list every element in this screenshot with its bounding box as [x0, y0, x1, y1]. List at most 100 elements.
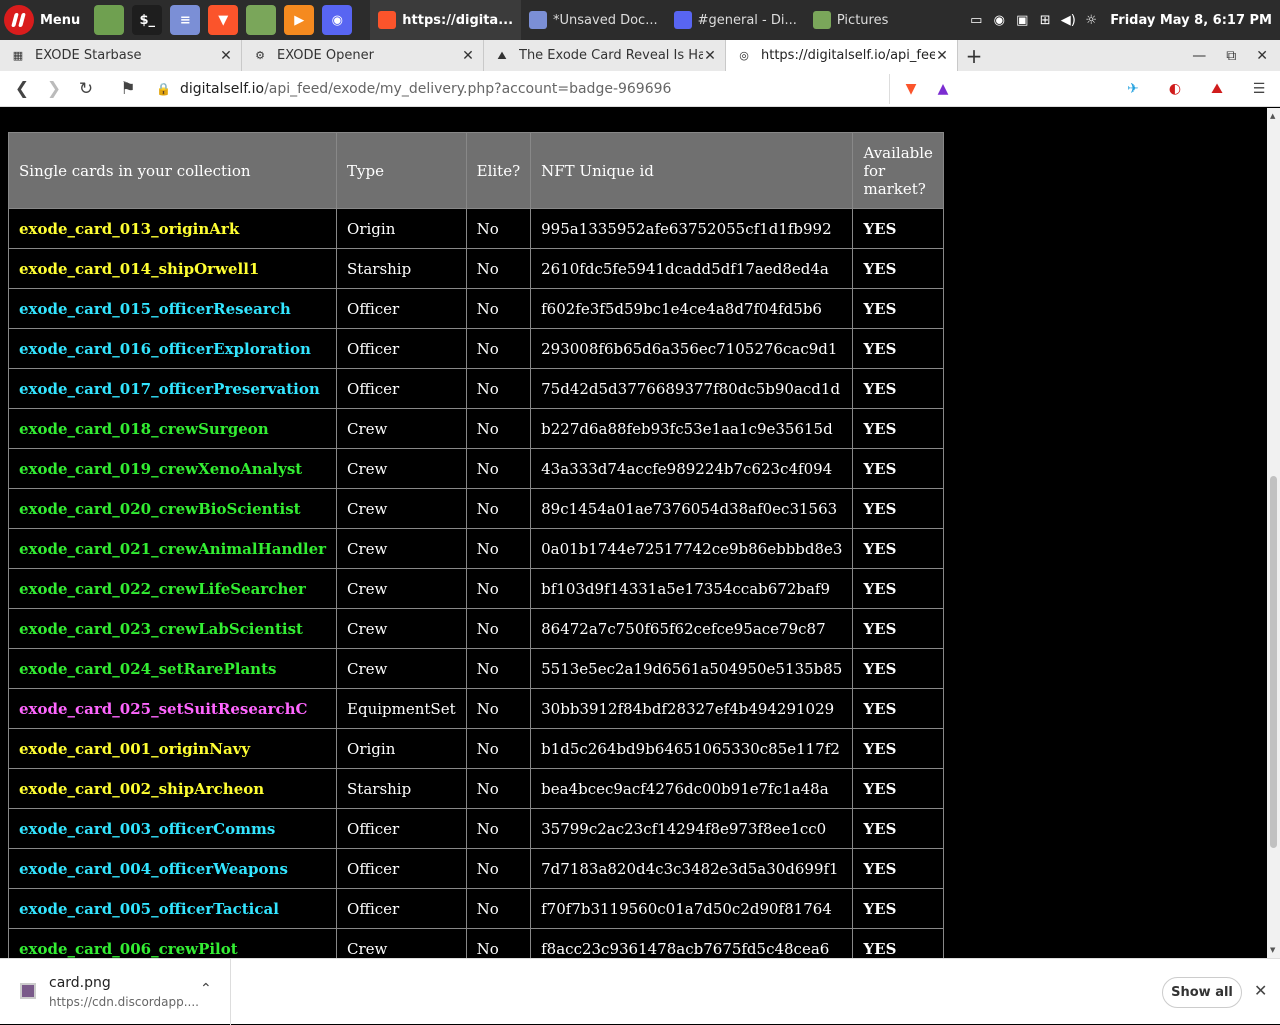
files-launcher-icon[interactable] — [94, 5, 125, 35]
download-item[interactable]: card.png https://cdn.discordapp.... ⌃ — [0, 959, 231, 1025]
window-controls: — ⧉ ✕ — [1192, 40, 1280, 71]
launcher-group: $_ ≡ ▼ ▶ ◉ — [86, 5, 353, 35]
card-name: exode_card_015_officerResearch — [7, 288, 338, 329]
network-icon[interactable]: ⊞ — [1037, 12, 1053, 28]
taskbar-item[interactable]: *Unsaved Doc... — [521, 0, 666, 40]
card-name: exode_card_001_originNavy — [7, 728, 338, 769]
table-row: exode_card_017_officerPreservation Office… — [7, 368, 944, 409]
table-row: exode_card_016_officerExploration Officer… — [7, 328, 944, 369]
new-tab-button[interactable]: + — [958, 40, 990, 71]
clipboard-icon[interactable]: ▣ — [1014, 12, 1030, 28]
lock-icon[interactable]: 🔒 — [156, 82, 171, 96]
card-nft-id: b1d5c264bd9b64651065330c85e117f2 — [530, 728, 854, 769]
menu-button[interactable]: Menu — [0, 0, 86, 40]
card-nft-id: 43a333d74accfe989224b7c623c4f094 — [530, 448, 854, 489]
header-type: Type — [336, 132, 467, 209]
table-row: exode_card_018_crewSurgeon Crew No b227d6a8… — [7, 408, 944, 449]
card-elite: No — [465, 808, 532, 849]
download-shelf: card.png https://cdn.discordapp.... ⌃ Sh… — [0, 958, 1280, 1025]
card-nft-id: 293008f6b65d6a356ec7105276cac9d1 — [530, 328, 854, 369]
display-icon[interactable]: ▭ — [968, 12, 984, 28]
taskbar-item-label: #general - Di... — [697, 12, 797, 28]
cards-table-body: exode_card_013_originArk Origin No 995a1335… — [7, 208, 944, 958]
table-row: exode_card_014_shipOrwell1 Starship No 2610… — [7, 248, 944, 289]
card-available: YES — [852, 608, 944, 649]
browser-tab[interactable]: ⛰ The Exode Card Reveal Is Happ ✕ — [484, 40, 726, 71]
card-elite: No — [465, 368, 532, 409]
tab-close-icon[interactable]: ✕ — [461, 48, 475, 64]
browser-tab[interactable]: ◎ https://digitalself.io/api_feed/e✕ — [726, 40, 958, 71]
card-elite: No — [465, 688, 532, 729]
media-player-launcher-icon[interactable]: ▶ — [284, 5, 315, 35]
card-type: EquipmentSet — [336, 688, 467, 729]
app-icon — [378, 11, 397, 29]
card-available: YES — [852, 488, 944, 529]
brave-launcher-icon[interactable]: ▼ — [208, 5, 239, 35]
brightness-icon[interactable]: ☼ — [1083, 12, 1099, 28]
brave-rewards-icon[interactable]: ▲ — [932, 78, 954, 100]
card-type: Origin — [336, 728, 467, 769]
back-button[interactable]: ❮ — [6, 73, 38, 105]
address-bar[interactable]: 🔒 digitalself.io/api_feed/exode/my_deliv… — [150, 73, 890, 104]
close-shelf-icon[interactable]: ✕ — [1254, 981, 1267, 1000]
taskbar-item[interactable]: Pictures — [805, 0, 896, 40]
restore-icon[interactable]: ⧉ — [1226, 48, 1236, 64]
extension-icon[interactable]: ✈ — [1122, 78, 1144, 100]
card-name: exode_card_002_shipArcheon — [7, 768, 338, 809]
app-icon — [529, 11, 548, 29]
text-editor-launcher-icon[interactable]: ≡ — [170, 5, 201, 35]
tab-close-icon[interactable]: ✕ — [935, 48, 949, 64]
close-window-icon[interactable]: ✕ — [1256, 48, 1268, 64]
browser-tab[interactable]: ⚙ EXODE Opener ✕ — [242, 40, 484, 71]
keychain-icon[interactable]: ◐ — [1164, 78, 1186, 100]
clock[interactable]: Friday May 8, 6:17 PM — [1110, 13, 1272, 28]
scroll-thumb[interactable] — [1270, 476, 1277, 848]
tab-title: https://digitalself.io/api_feed/e — [761, 48, 935, 63]
header-elite: Elite? — [465, 132, 532, 209]
header-available: Available for market? — [852, 132, 944, 209]
card-available: YES — [852, 648, 944, 689]
table-row: exode_card_023_crewLabScientist Crew No 864… — [7, 608, 944, 649]
card-elite: No — [465, 248, 532, 289]
taskbar-item-label: https://digita... — [402, 12, 514, 28]
card-nft-id: 7d7183a820d4c3c3482e3d5a30d699f1 — [530, 848, 854, 889]
show-all-button[interactable]: Show all — [1162, 977, 1242, 1008]
chevron-up-icon[interactable]: ⌃ — [200, 981, 212, 997]
forward-button[interactable]: ❯ — [38, 73, 70, 105]
page-scrollbar[interactable]: ▲ ▼ — [1267, 108, 1280, 958]
scroll-up-icon[interactable]: ▲ — [1270, 112, 1275, 120]
volume-icon[interactable]: ◀) — [1060, 12, 1076, 28]
system-panel: Menu $_ ≡ ▼ ▶ ◉ https://digita... *Unsaved Do… — [0, 0, 1280, 40]
tab-list: ▦ EXODE Starbase ✕ ⚙ EXODE Opener ✕ ⛰ The Exode… — [0, 40, 958, 71]
hive-extension-icon[interactable]: ⛰ — [1206, 78, 1228, 100]
card-elite: No — [465, 848, 532, 889]
url-path: /api_feed/exode/my_delivery.php?account=… — [264, 80, 672, 97]
taskbar-item[interactable]: #general - Di... — [666, 0, 805, 40]
menu-icon[interactable]: ☰ — [1248, 78, 1270, 100]
card-nft-id: 2610fdc5fe5941dcadd5df17aed8ed4a — [530, 248, 854, 289]
discord-tray-icon[interactable]: ◉ — [991, 12, 1007, 28]
table-row: exode_card_024_setRarePlants Crew No 5513e5… — [7, 648, 944, 689]
folder-launcher-icon[interactable] — [246, 5, 277, 35]
table-row: exode_card_003_officerComms Officer No 3579… — [7, 808, 944, 849]
card-nft-id: bea4bcec9acf4276dc00b91e7fc1a48a — [530, 768, 854, 809]
card-name: exode_card_003_officerComms — [7, 808, 338, 849]
bookmark-icon[interactable]: ⚑ — [112, 73, 144, 105]
table-row: exode_card_022_crewLifeSearcher Crew No bf1… — [7, 568, 944, 609]
brave-shields-icon[interactable]: ▼ — [900, 78, 922, 100]
tab-close-icon[interactable]: ✕ — [219, 48, 233, 64]
card-name: exode_card_022_crewLifeSearcher — [7, 568, 338, 609]
minimize-icon[interactable]: — — [1192, 48, 1206, 64]
table-row: exode_card_002_shipArcheon Starship No bea4… — [7, 768, 944, 809]
card-name: exode_card_023_crewLabScientist — [7, 608, 338, 649]
taskbar-item[interactable]: https://digita... — [370, 0, 522, 40]
discord-launcher-icon[interactable]: ◉ — [322, 5, 353, 35]
terminal-launcher-icon[interactable]: $_ — [132, 5, 163, 35]
tab-close-icon[interactable]: ✕ — [703, 48, 717, 64]
scroll-down-icon[interactable]: ▼ — [1270, 946, 1275, 954]
reload-button[interactable]: ↻ — [70, 73, 102, 105]
card-available: YES — [852, 368, 944, 409]
card-type: Origin — [336, 208, 467, 249]
exode-icon: ▦ — [12, 49, 24, 62]
browser-tab[interactable]: ▦ EXODE Starbase ✕ — [0, 40, 242, 71]
